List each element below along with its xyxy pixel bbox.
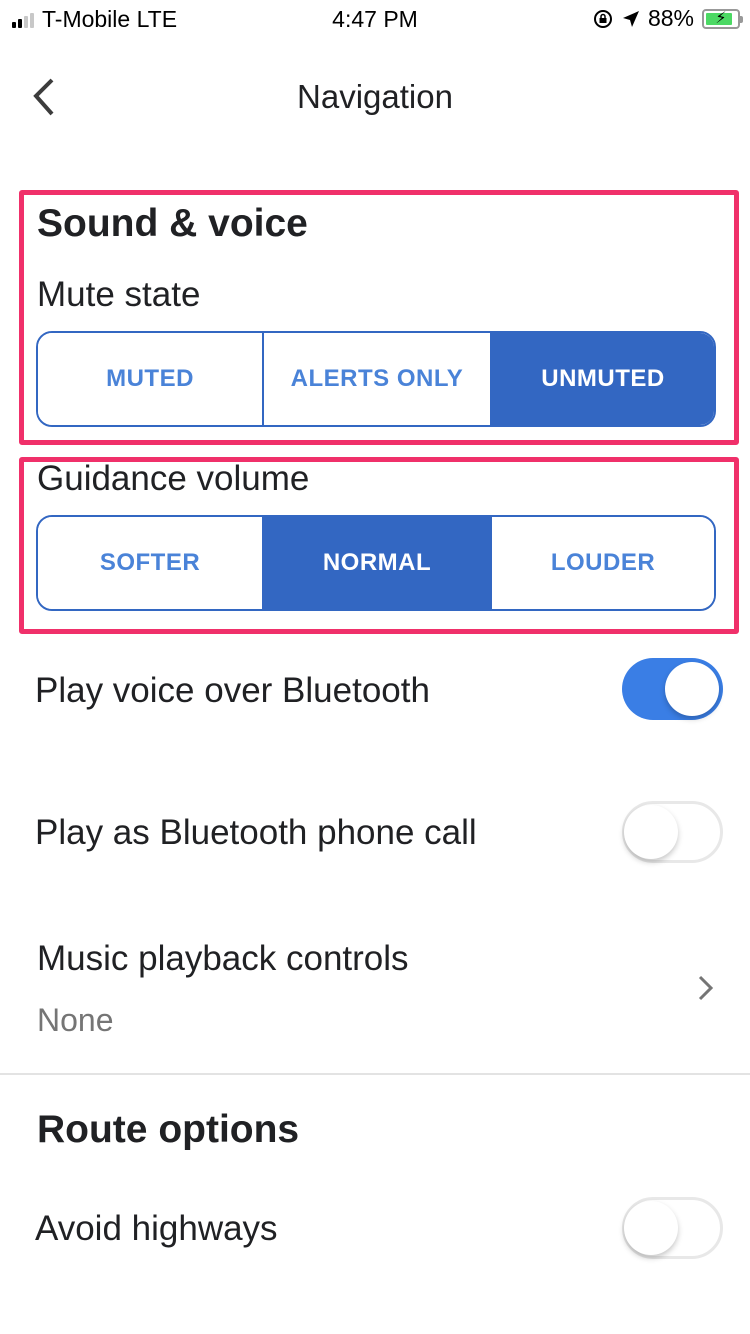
battery-charging-icon: ⚡	[702, 8, 743, 29]
volume-option-normal[interactable]: NORMAL	[262, 517, 490, 609]
play-bluetooth-call-label: Play as Bluetooth phone call	[35, 813, 477, 852]
section-title-sound-voice: Sound & voice	[37, 202, 308, 245]
status-right: 88% ⚡	[592, 5, 743, 32]
mute-state-selector: MUTED ALERTS ONLY UNMUTED	[36, 331, 716, 427]
mute-state-label: Mute state	[37, 275, 201, 314]
toggle-knob	[624, 1201, 678, 1255]
mute-option-unmuted[interactable]: UNMUTED	[490, 333, 714, 425]
avoid-highways-label: Avoid highways	[35, 1209, 278, 1248]
guidance-volume-selector: SOFTER NORMAL LOUDER	[36, 515, 716, 611]
page-title: Navigation	[297, 78, 453, 115]
rotation-lock-icon	[593, 9, 612, 28]
play-voice-bluetooth-label: Play voice over Bluetooth	[35, 671, 430, 710]
chevron-right-icon[interactable]	[694, 973, 718, 1003]
music-playback-value: None	[37, 1002, 114, 1038]
play-bluetooth-call-toggle[interactable]	[622, 801, 723, 863]
volume-option-louder[interactable]: LOUDER	[490, 517, 714, 609]
play-voice-bluetooth-toggle[interactable]	[622, 658, 723, 720]
mute-option-alerts-only[interactable]: ALERTS ONLY	[262, 333, 490, 425]
guidance-volume-label: Guidance volume	[37, 459, 310, 498]
avoid-highways-toggle[interactable]	[622, 1197, 723, 1259]
toggle-knob	[624, 805, 678, 859]
toggle-knob	[665, 662, 719, 716]
music-playback-label[interactable]: Music playback controls	[37, 939, 409, 979]
volume-option-softer[interactable]: SOFTER	[38, 517, 262, 609]
section-divider	[0, 1073, 750, 1075]
status-bar: T-Mobile LTE 4:47 PM 88% ⚡	[0, 0, 750, 40]
app-header: Navigation	[0, 60, 750, 140]
section-title-route-options: Route options	[37, 1108, 300, 1151]
battery-percent: 88%	[647, 5, 694, 31]
location-arrow-icon	[622, 10, 639, 27]
mute-option-muted[interactable]: MUTED	[38, 333, 262, 425]
